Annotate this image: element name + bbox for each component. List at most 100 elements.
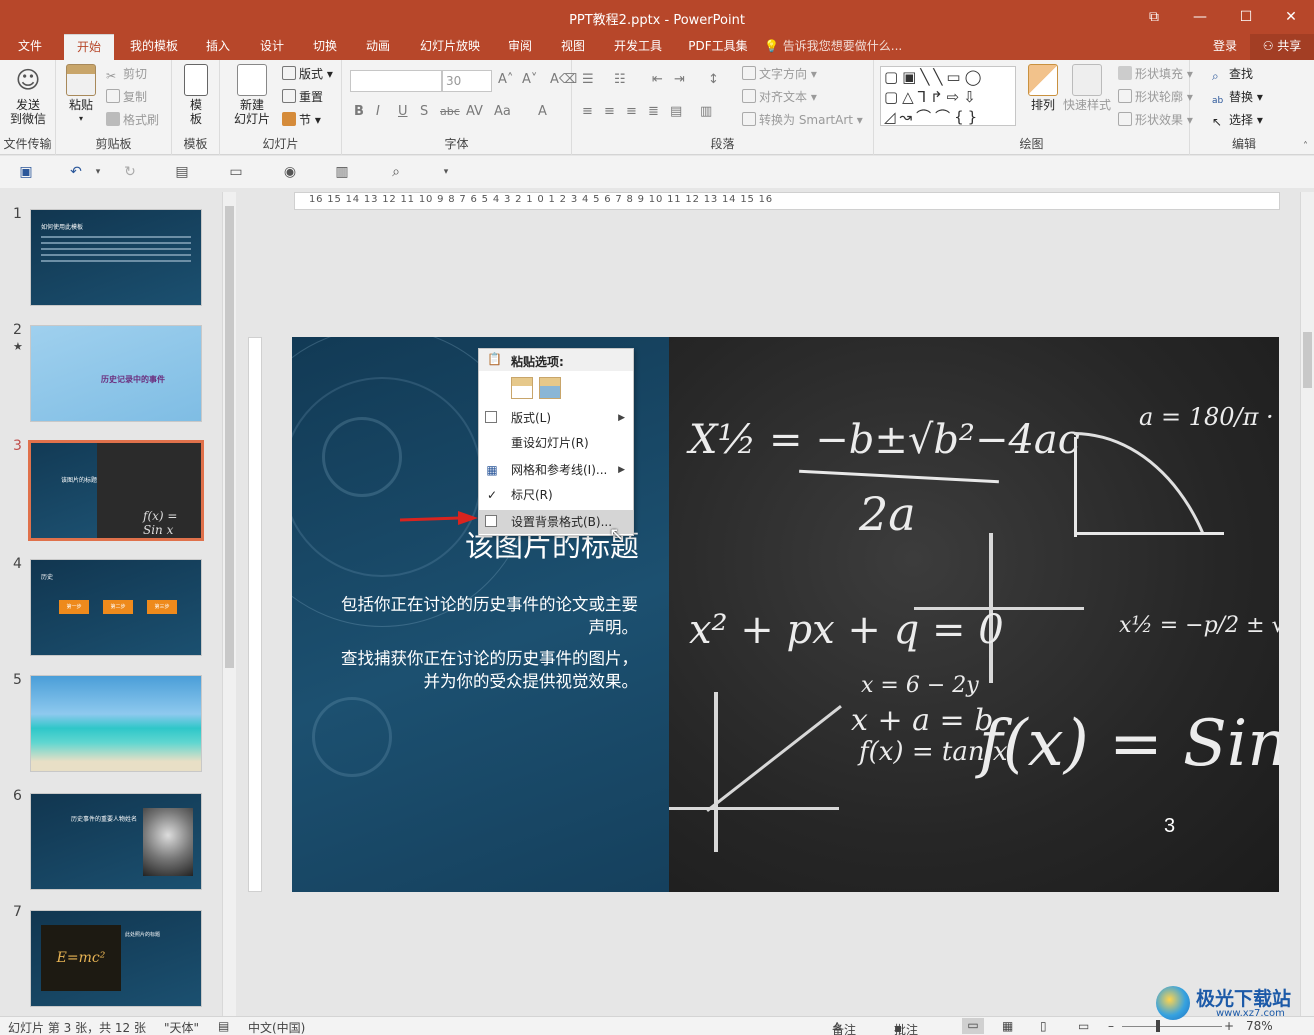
increase-indent-icon[interactable]: ⇥ bbox=[674, 70, 685, 90]
tab-home[interactable]: 开始 bbox=[64, 34, 114, 60]
slide-body-paragraph-1[interactable]: 包括你正在讨论的历史事件的论文或主要声明。 bbox=[332, 593, 638, 639]
shape-fill-button[interactable]: 形状填充 ▾ bbox=[1118, 64, 1193, 84]
slide-body-paragraph-2[interactable]: 查找捕获你正在讨论的历史事件的图片，并为你的受众提供视觉效果。 bbox=[332, 647, 638, 693]
bullets-icon[interactable]: ☰ bbox=[582, 70, 594, 90]
paste-keep-source-icon[interactable] bbox=[511, 377, 533, 399]
shadow-icon[interactable]: S bbox=[420, 102, 428, 122]
close-button[interactable]: ✕ bbox=[1268, 0, 1314, 34]
shapes-gallery[interactable]: ▢▣╲╲▭◯ ▢△⅂↱⇨⇩ ◿↝⌒⌒{} bbox=[880, 66, 1016, 126]
quick-styles-button[interactable]: 快速样式 bbox=[1062, 64, 1112, 112]
restore-ribbon-icon[interactable]: ⧉ bbox=[1131, 0, 1177, 34]
current-slide[interactable]: 该图片的标题 包括你正在讨论的历史事件的论文或主要声明。 查找捕获你正在讨论的历… bbox=[292, 337, 1279, 892]
tab-design[interactable]: 设计 bbox=[250, 34, 294, 60]
thumbnails-scroll-thumb[interactable] bbox=[225, 206, 234, 668]
section-button[interactable]: 节 ▾ bbox=[282, 110, 321, 130]
tell-me-box[interactable]: 💡 告诉我您想要做什么... bbox=[764, 34, 902, 60]
align-text-button[interactable]: 对齐文本 ▾ bbox=[742, 87, 817, 107]
font-size-input[interactable]: 30 bbox=[442, 70, 492, 92]
editor-scrollbar[interactable] bbox=[1300, 192, 1314, 1016]
font-color-icon[interactable]: A bbox=[538, 102, 547, 122]
align-center-icon[interactable]: ≡ bbox=[604, 102, 615, 122]
customize-qat-icon[interactable]: ▾ bbox=[436, 162, 456, 182]
send-to-wechat-button[interactable]: ☺ 发送 到微信 bbox=[6, 64, 50, 126]
font-name-input[interactable] bbox=[350, 70, 442, 92]
numbering-icon[interactable]: ☷ bbox=[614, 70, 626, 90]
copy-button[interactable]: 复制 bbox=[106, 87, 147, 107]
tab-animations[interactable]: 动画 bbox=[356, 34, 400, 60]
tab-review[interactable]: 审阅 bbox=[498, 34, 542, 60]
line-spacing-icon[interactable]: ↕ bbox=[708, 70, 719, 90]
align-right-icon[interactable]: ≡ bbox=[626, 102, 637, 122]
paste-button[interactable]: 粘贴 ▾ bbox=[64, 64, 98, 126]
new-slide-button[interactable]: 新建 幻灯片 bbox=[226, 64, 278, 126]
columns-icon[interactable]: ▥ bbox=[700, 102, 712, 122]
tab-my-templates[interactable]: 我的模板 bbox=[122, 34, 186, 60]
thumbnail-slide-3[interactable]: 该图片的标题 f(x) = Sin x bbox=[28, 440, 204, 541]
align-left-icon[interactable]: ≡ bbox=[582, 102, 593, 122]
layout-button[interactable]: 版式 ▾ bbox=[282, 64, 333, 84]
menu-item-ruler[interactable]: ✓ 标尺(R) bbox=[479, 483, 633, 507]
select-button[interactable]: ↖ 选择 ▾ bbox=[1212, 110, 1263, 130]
decrease-indent-icon[interactable]: ⇤ bbox=[652, 70, 663, 90]
find-button[interactable]: ⌕ 查找 bbox=[1212, 64, 1253, 84]
from-beginning-icon[interactable]: ▤ bbox=[172, 162, 192, 182]
strikethrough-icon[interactable]: abc bbox=[440, 102, 460, 122]
reading-view-icon[interactable]: ▯ bbox=[1040, 1019, 1047, 1033]
replace-button[interactable]: ab 替换 ▾ bbox=[1212, 87, 1263, 107]
tab-file[interactable]: 文件 bbox=[6, 34, 54, 60]
thumbnails-scrollbar[interactable] bbox=[222, 192, 236, 1016]
thumbnail-slide-6[interactable]: 历史事件的重要人物姓名 bbox=[30, 793, 202, 890]
share-button[interactable]: ⚇ 共享 bbox=[1250, 34, 1314, 60]
paste-as-picture-icon[interactable] bbox=[539, 377, 561, 399]
change-case-icon[interactable]: Aa bbox=[494, 102, 511, 122]
convert-smartart-button[interactable]: 转换为 SmartArt ▾ bbox=[742, 110, 863, 130]
distributed-icon[interactable]: ▤ bbox=[670, 102, 682, 122]
bold-icon[interactable]: B bbox=[354, 102, 364, 122]
undo-icon[interactable]: ↶ bbox=[66, 162, 86, 182]
underline-icon[interactable]: U bbox=[398, 102, 408, 122]
format-painter-button[interactable]: 格式刷 bbox=[106, 110, 159, 130]
char-spacing-icon[interactable]: AV bbox=[466, 102, 483, 122]
tab-insert[interactable]: 插入 bbox=[196, 34, 240, 60]
zoom-slider[interactable] bbox=[1122, 1026, 1222, 1027]
menu-item-grid-guides[interactable]: ▦ 网格和参考线(I)... ▶ bbox=[479, 458, 633, 482]
thumbnail-slide-1[interactable]: 如何使用此模板 bbox=[30, 209, 202, 306]
thumbnail-slide-4[interactable]: 历史 第一步 第二步 第三步 bbox=[30, 559, 202, 656]
normal-view-icon[interactable]: ▭ bbox=[962, 1018, 984, 1034]
grow-font-icon[interactable]: A˄ bbox=[498, 70, 513, 90]
login-link[interactable]: 登录 bbox=[1213, 34, 1237, 58]
template-button[interactable]: 模 板 bbox=[182, 64, 210, 126]
slide-sorter-icon[interactable]: ▦ bbox=[1002, 1019, 1013, 1033]
slideshow-icon[interactable]: ▥ bbox=[332, 162, 352, 182]
reset-button[interactable]: 重置 bbox=[282, 87, 323, 107]
italic-icon[interactable]: I bbox=[376, 102, 380, 122]
shape-effects-button[interactable]: 形状效果 ▾ bbox=[1118, 110, 1193, 130]
collapse-ribbon-icon[interactable]: ˄ bbox=[1303, 141, 1308, 152]
present-online-icon[interactable]: ◉ bbox=[280, 162, 300, 182]
shrink-font-icon[interactable]: A˅ bbox=[522, 70, 537, 90]
justify-icon[interactable]: ≣ bbox=[648, 102, 659, 122]
thumbnail-slide-7[interactable]: E=mc² 此处照片的标题 bbox=[30, 910, 202, 1007]
language[interactable]: 中文(中国) bbox=[248, 1019, 305, 1035]
tab-view[interactable]: 视图 bbox=[551, 34, 595, 60]
redo-icon[interactable]: ↻ bbox=[120, 162, 140, 182]
tab-slideshow[interactable]: 幻灯片放映 bbox=[410, 34, 490, 60]
undo-dropdown-icon[interactable]: ▾ bbox=[88, 162, 108, 182]
print-preview-icon[interactable]: ⌕ bbox=[386, 162, 406, 182]
cut-button[interactable]: ✂ 剪切 bbox=[106, 64, 147, 84]
menu-item-reset-slide[interactable]: 重设幻灯片(R) bbox=[479, 431, 633, 455]
textbox-icon[interactable]: ▭ bbox=[226, 162, 246, 182]
slideshow-view-icon[interactable]: ▭ bbox=[1078, 1019, 1089, 1033]
save-icon[interactable]: ▣ bbox=[16, 162, 36, 182]
tab-pdf-tools[interactable]: PDF工具集 bbox=[682, 34, 754, 60]
chalkboard-image[interactable]: X½ = −b±√b²−4ac 2a a = 180/π · x x² + px… bbox=[669, 337, 1279, 892]
zoom-out-button[interactable]: – bbox=[1108, 1019, 1114, 1033]
editor-scroll-thumb[interactable] bbox=[1303, 332, 1312, 388]
shape-outline-button[interactable]: 形状轮廓 ▾ bbox=[1118, 87, 1193, 107]
thumbnail-slide-5[interactable] bbox=[30, 675, 202, 772]
maximize-button[interactable]: ☐ bbox=[1223, 0, 1269, 34]
text-direction-button[interactable]: 文字方向 ▾ bbox=[742, 64, 817, 84]
spellcheck-icon[interactable]: ▤ bbox=[218, 1019, 229, 1033]
arrange-button[interactable]: 排列 bbox=[1026, 64, 1060, 112]
tab-transitions[interactable]: 切换 bbox=[303, 34, 347, 60]
